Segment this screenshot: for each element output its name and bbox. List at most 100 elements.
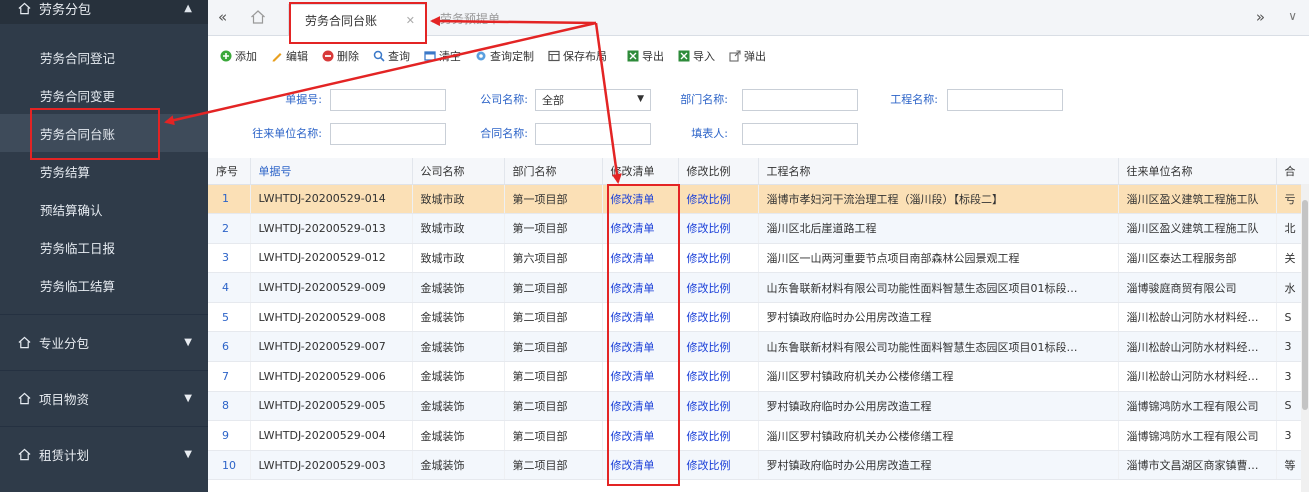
cell-partner: 淄博锦鸿防水工程有限公司 (1118, 420, 1277, 451)
caret-up-icon: ▲ (184, 2, 192, 14)
double-chevron-right-icon[interactable]: » (1256, 8, 1265, 26)
caret-down-icon: ▼ (184, 337, 192, 348)
cell-doc-no: LWHTDJ-20200529-012 (250, 243, 413, 274)
company-label: 公司名称: (480, 93, 528, 106)
edit-ratio-link[interactable]: 修改比例 (678, 450, 759, 481)
sidebar-group-professional-subcontract[interactable]: 专业分包 ▼ (0, 314, 208, 370)
cell-doc-no: LWHTDJ-20200529-013 (250, 213, 413, 244)
edit-ratio-link[interactable]: 修改比例 (678, 391, 759, 422)
sidebar-group-project-materials[interactable]: 项目物资 ▼ (0, 370, 208, 426)
home-tab-icon[interactable] (250, 9, 266, 25)
col-header-edit-ratio[interactable]: 修改比例 (678, 158, 759, 185)
cell-project: 山东鲁联新材料有限公司功能性面料智慧生态园区项目01标段… (758, 331, 1119, 363)
cell-dept: 第二项目部 (504, 272, 603, 303)
table-row[interactable]: 1 LWHTDJ-20200529-014 致城市政 第一项目部 修改清单 修改比例 淄博市… (208, 184, 1309, 215)
col-header-contract-truncated[interactable]: 合 (1276, 158, 1309, 185)
delete-button[interactable]: 删除 (322, 48, 359, 64)
sidebar-item-temp-settlement[interactable]: 劳务临工结算 (0, 266, 208, 304)
doc-no-input[interactable] (330, 89, 446, 111)
home-icon (18, 448, 31, 461)
col-header-partner[interactable]: 往来单位名称 (1118, 158, 1277, 185)
cell-partner: 淄川区泰达工程服务部 (1118, 243, 1277, 274)
col-header-company[interactable]: 公司名称 (412, 158, 505, 185)
edit-ratio-link[interactable]: 修改比例 (678, 184, 759, 215)
table-row[interactable]: 6 LWHTDJ-20200529-007 金城装饰 第二项目部 修改清单 修改比例 山东鲁… (208, 331, 1309, 363)
partner-label: 往来单位名称: (252, 127, 322, 140)
cell-doc-no: LWHTDJ-20200529-009 (250, 272, 413, 303)
caret-down-icon: ▼ (184, 449, 192, 460)
table-row[interactable]: 4 LWHTDJ-20200529-009 金城装饰 第二项目部 修改清单 修改比例 山东鲁… (208, 272, 1309, 303)
col-header-doc-no[interactable]: 单据号 (250, 158, 413, 185)
query-custom-button[interactable]: 查询定制 (475, 48, 534, 64)
col-header-seq[interactable]: 序号 (208, 158, 251, 185)
cell-company: 金城装饰 (412, 450, 505, 481)
sidebar-item-temp-daily[interactable]: 劳务临工日报 (0, 228, 208, 266)
popup-label: 弹出 (744, 50, 766, 63)
dept-input[interactable] (742, 89, 858, 111)
sidebar-item-contract-register[interactable]: 劳务合同登记 (0, 38, 208, 76)
sidebar-group-lease-plan[interactable]: 租赁计划 ▼ (0, 426, 208, 482)
tab-pre-bill[interactable]: 劳务预提单 (440, 10, 500, 27)
sidebar-item-label: 劳务合同登记 (40, 50, 116, 66)
import-button[interactable]: 导入 (678, 48, 715, 64)
contract-input[interactable] (535, 123, 651, 145)
edit-ratio-link[interactable]: 修改比例 (678, 272, 759, 303)
query-label: 查询 (388, 50, 410, 63)
project-input[interactable] (947, 89, 1063, 111)
filler-input[interactable] (742, 123, 858, 145)
cell-seq: 2 (208, 213, 251, 244)
edit-button[interactable]: 编辑 (271, 48, 308, 64)
cell-doc-no: LWHTDJ-20200529-005 (250, 391, 413, 422)
table-row[interactable]: 3 LWHTDJ-20200529-012 致城市政 第六项目部 修改清单 修改比例 淄川区… (208, 243, 1309, 274)
cell-dept: 第二项目部 (504, 391, 603, 422)
edit-ratio-link[interactable]: 修改比例 (678, 331, 759, 363)
table-row[interactable]: 8 LWHTDJ-20200529-005 金城装饰 第二项目部 修改清单 修改比例 罗村镇… (208, 391, 1309, 422)
cell-company: 金城装饰 (412, 272, 505, 303)
cell-project: 淄川区罗村镇政府机关办公楼修缮工程 (758, 420, 1119, 451)
table-row[interactable]: 5 LWHTDJ-20200529-008 金城装饰 第二项目部 修改清单 修改比例 罗村镇… (208, 302, 1309, 333)
save-layout-button[interactable]: 保存布局 (548, 48, 607, 64)
double-chevron-left-icon[interactable]: « (218, 8, 227, 26)
cell-project: 罗村镇政府临时办公用房改造工程 (758, 391, 1119, 422)
chevron-down-icon[interactable]: ∨ (1288, 9, 1297, 23)
company-select[interactable]: 全部 ▼ (535, 89, 651, 111)
edit-ratio-link[interactable]: 修改比例 (678, 213, 759, 244)
cell-doc-no: LWHTDJ-20200529-003 (250, 450, 413, 481)
table-row[interactable]: 2 LWHTDJ-20200529-013 致城市政 第一项目部 修改清单 修改比例 淄川区… (208, 213, 1309, 244)
col-header-dept[interactable]: 部门名称 (504, 158, 603, 185)
table-scrollbar[interactable] (1301, 184, 1309, 492)
add-button[interactable]: 添加 (220, 48, 257, 64)
edit-ratio-link[interactable]: 修改比例 (678, 420, 759, 451)
sidebar-item-pre-settlement[interactable]: 预结算确认 (0, 190, 208, 228)
scrollbar-thumb[interactable] (1302, 200, 1308, 410)
sidebar-item-label: 劳务结算 (40, 164, 91, 180)
edit-ratio-link[interactable]: 修改比例 (678, 361, 759, 392)
external-link-icon (729, 50, 741, 62)
table-row[interactable]: 10 LWHTDJ-20200529-003 金城装饰 第二项目部 修改清单 修改比例 罗村… (208, 450, 1309, 481)
col-header-project[interactable]: 工程名称 (758, 158, 1119, 185)
col-header-edit-list[interactable]: 修改清单 (602, 158, 679, 185)
popup-button[interactable]: 弹出 (729, 48, 766, 64)
edit-ratio-link[interactable]: 修改比例 (678, 243, 759, 274)
export-button[interactable]: 导出 (627, 48, 664, 64)
cell-company: 致城市政 (412, 184, 505, 215)
query-button[interactable]: 查询 (373, 48, 410, 64)
sidebar-item-label: 劳务合同变更 (40, 88, 116, 104)
cell-project: 山东鲁联新材料有限公司功能性面料智慧生态园区项目01标段… (758, 272, 1119, 303)
cell-company: 金城装饰 (412, 331, 505, 363)
cell-partner: 淄博骏庭商贸有限公司 (1118, 272, 1277, 303)
clear-button[interactable]: 清空 (424, 48, 461, 64)
table-row[interactable]: 9 LWHTDJ-20200529-004 金城装饰 第二项目部 修改清单 修改比例 淄川区… (208, 420, 1309, 451)
sidebar-group-label: 劳务分包 (39, 2, 92, 18)
sidebar-group-labor-subcontract[interactable]: 劳务分包 ▲ (0, 0, 208, 24)
table-row[interactable]: 7 LWHTDJ-20200529-006 金城装饰 第二项目部 修改清单 修改比例 淄川区… (208, 361, 1309, 392)
excel-export-icon (627, 50, 639, 62)
cell-partner: 淄博锦鸿防水工程有限公司 (1118, 391, 1277, 422)
sidebar-group-label: 项目物资 (39, 392, 90, 407)
edit-ratio-link[interactable]: 修改比例 (678, 302, 759, 333)
partner-input[interactable] (330, 123, 446, 145)
filler-label: 填表人: (691, 127, 728, 140)
cell-dept: 第二项目部 (504, 420, 603, 451)
cell-doc-no: LWHTDJ-20200529-008 (250, 302, 413, 333)
search-icon (373, 50, 385, 62)
